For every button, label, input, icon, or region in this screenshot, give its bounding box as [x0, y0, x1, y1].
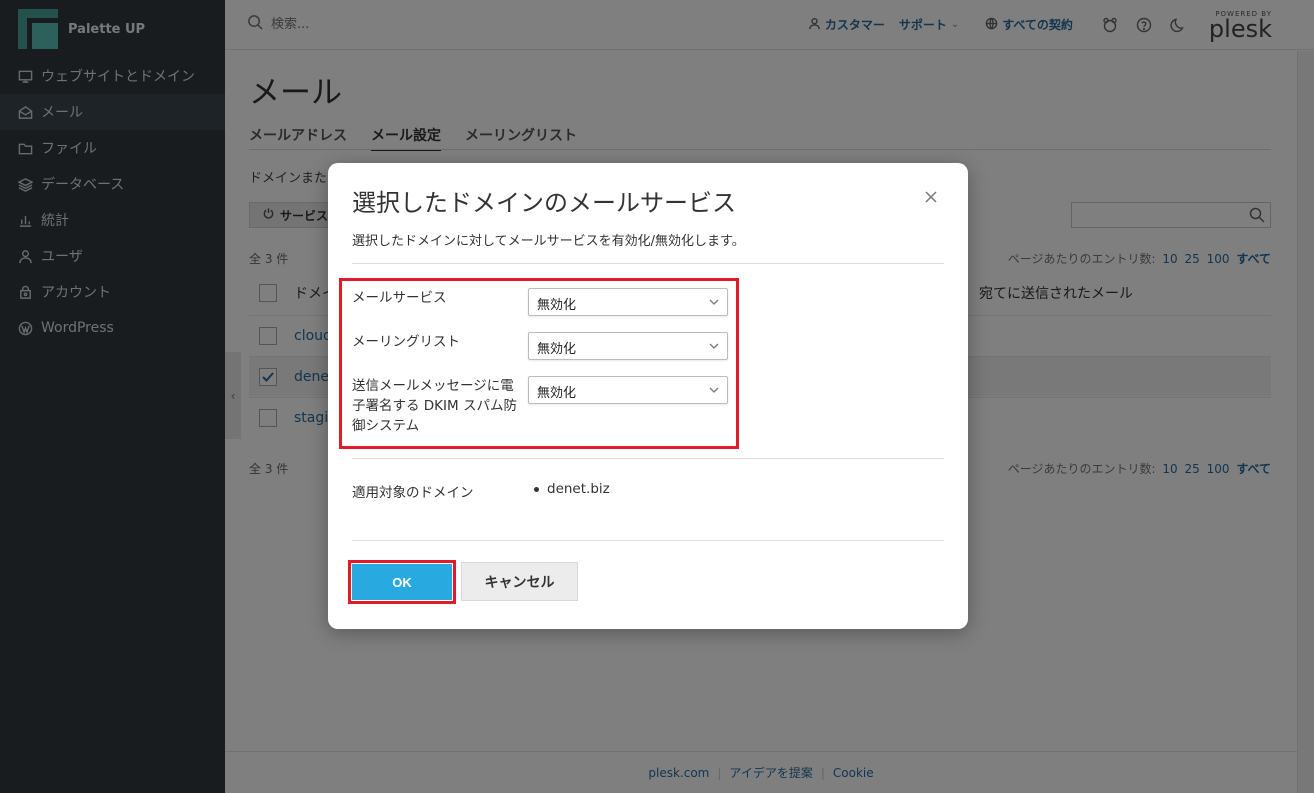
- select-value: 無効化: [537, 386, 577, 401]
- mail-service-select[interactable]: 無効化: [528, 288, 728, 316]
- select-value: 無効化: [537, 342, 577, 357]
- dkim-select[interactable]: 無効化: [528, 376, 728, 404]
- field-label: メールサービス: [352, 290, 447, 306]
- field-label: メーリングリスト: [352, 334, 460, 350]
- close-button[interactable]: [924, 189, 940, 205]
- select-value: 無効化: [537, 298, 577, 313]
- mail-service-dialog: 選択したドメインのメールサービス 選択したドメインに対してメールサービスを有効化…: [328, 163, 968, 629]
- field-label: 送信メールメッセージに電子署名する DKIM スパム防御システム: [352, 378, 517, 434]
- cancel-button[interactable]: キャンセル: [461, 562, 578, 601]
- ok-button[interactable]: OK: [352, 564, 452, 600]
- bullet-icon: [534, 486, 539, 492]
- applies-to-value: denet.biz: [534, 481, 610, 497]
- mailing-list-select[interactable]: 無効化: [528, 332, 728, 360]
- dialog-title: 選択したドメインのメールサービス: [352, 189, 736, 217]
- dialog-description: 選択したドメインに対してメールサービスを有効化/無効化します。: [352, 234, 745, 249]
- chevron-down-icon: [709, 299, 719, 305]
- chevron-down-icon: [709, 387, 719, 393]
- close-icon: [925, 191, 937, 203]
- dialog-divider: [352, 458, 944, 459]
- applies-to-label: 適用対象のドメイン: [352, 485, 474, 501]
- applies-domain: denet.biz: [547, 481, 610, 497]
- dialog-divider: [352, 540, 944, 541]
- dialog-divider: [352, 263, 944, 264]
- chevron-down-icon: [709, 343, 719, 349]
